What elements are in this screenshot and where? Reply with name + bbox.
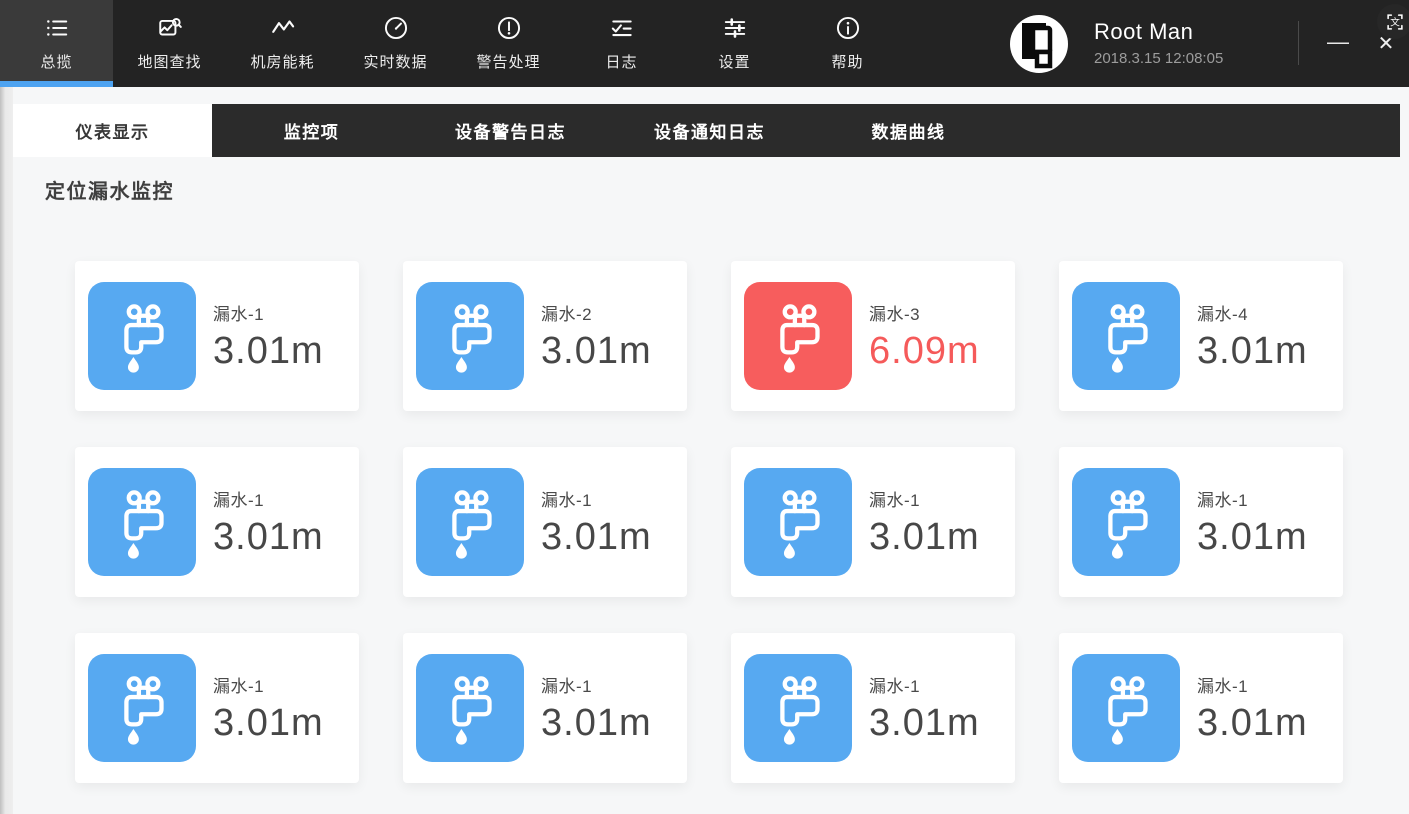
sub-tabbar: 仪表显示 监控项 设备警告日志 设备通知日志 数据曲线 [13,104,1400,157]
log-checklist-icon [609,15,635,41]
leak-card-label: 漏水-4 [1197,300,1308,325]
leak-card-value: 3.01m [1197,330,1308,373]
nav-item-label: 日志 [605,51,637,72]
leak-card-value: 6.09m [869,330,980,373]
leak-card[interactable]: 漏水-1 3.01m [1059,633,1343,783]
leak-card[interactable]: 漏水-4 3.01m [1059,261,1343,411]
user-info: Root Man 2018.3.15 12:08:05 [1094,19,1223,67]
leak-card-label: 漏水-1 [1197,672,1308,697]
leak-card[interactable]: 漏水-1 3.01m [1059,447,1343,597]
leak-card-label: 漏水-1 [869,672,980,697]
leak-card[interactable]: 漏水-1 3.01m [75,447,359,597]
faucet-icon [1072,282,1180,390]
nav-item-label: 实时数据 [363,51,427,72]
faucet-icon [744,468,852,576]
nav-item-label: 地图查找 [137,51,201,72]
leak-card-value: 3.01m [541,516,652,559]
titlebar-divider [1298,21,1299,65]
leak-card-label: 漏水-1 [213,672,324,697]
tab-device-notice-log[interactable]: 设备通知日志 [610,104,809,157]
nav-item-label: 警告处理 [476,51,540,72]
faucet-icon [88,468,196,576]
user-name: Root Man [1094,19,1223,45]
leak-card-value: 3.01m [541,702,652,745]
leak-card-label: 漏水-1 [869,486,980,511]
leak-card-label: 漏水-1 [1197,486,1308,511]
leak-card[interactable]: 漏水-1 3.01m [731,633,1015,783]
nav-item-realtime[interactable]: 实时数据 [339,0,452,87]
tabbar-filler [1008,104,1400,157]
nav-item-alerts[interactable]: 警告处理 [452,0,565,87]
faucet-icon [88,282,196,390]
waveform-icon [270,15,296,41]
leak-card[interactable]: 漏水-1 3.01m [403,447,687,597]
minimize-button[interactable]: — [1326,28,1350,56]
list-icon [44,15,70,41]
info-circle-icon [835,15,861,41]
leak-card[interactable]: 漏水-2 3.01m [403,261,687,411]
nav-item-help[interactable]: 帮助 [791,0,904,87]
nav-item-map-search[interactable]: 地图查找 [113,0,226,87]
faucet-icon [744,282,852,390]
leak-card[interactable]: 漏水-1 3.01m [75,261,359,411]
nav-item-label: 总揽 [40,51,72,72]
top-navbar: 总揽 地图查找 机房能耗 实时数据 [0,0,1409,87]
section-title: 定位漏水监控 [45,175,174,204]
leak-card-label: 漏水-1 [541,486,652,511]
nav-item-label: 机房能耗 [250,51,314,72]
leak-card-label: 漏水-2 [541,300,652,325]
leak-card-label: 漏水-1 [541,672,652,697]
faucet-icon [416,654,524,762]
avatar[interactable] [1010,15,1068,73]
gauge-icon [383,15,409,41]
nav-item-log[interactable]: 日志 [565,0,678,87]
faucet-icon [416,468,524,576]
leak-card[interactable]: 漏水-1 3.01m [75,633,359,783]
ocr-badge-glyph: 文 [1390,16,1400,28]
leak-card-value: 3.01m [869,702,980,745]
tab-data-curve[interactable]: 数据曲线 [809,104,1008,157]
leak-card-label: 漏水-3 [869,300,980,325]
leak-card-value: 3.01m [213,330,324,373]
alert-circle-icon [496,15,522,41]
leak-card-label: 漏水-1 [213,300,324,325]
window-left-edge [0,87,13,814]
tab-monitor-items[interactable]: 监控项 [212,104,411,157]
leak-card-value: 3.01m [213,516,324,559]
tab-device-warning-log[interactable]: 设备警告日志 [411,104,610,157]
faucet-icon [88,654,196,762]
leak-card-value: 3.01m [1197,516,1308,559]
map-search-icon [157,15,183,41]
faucet-icon [416,282,524,390]
leak-card-value: 3.01m [1197,702,1308,745]
leak-card-value: 3.01m [213,702,324,745]
leak-card-grid: 漏水-1 3.01m 漏水-2 3.01m 漏水-3 6.09m 漏水-4 3.… [75,261,1343,783]
leak-card-value: 3.01m [541,330,652,373]
datetime: 2018.3.15 12:08:05 [1094,50,1223,67]
nav-item-label: 帮助 [831,51,863,72]
nav-item-settings[interactable]: 设置 [678,0,791,87]
leak-card-value: 3.01m [869,516,980,559]
leak-card[interactable]: 漏水-1 3.01m [731,447,1015,597]
faucet-icon [1072,468,1180,576]
leak-card-label: 漏水-1 [213,486,324,511]
sliders-icon [722,15,748,41]
leak-card[interactable]: 漏水-1 3.01m [403,633,687,783]
faucet-icon [744,654,852,762]
nav-item-label: 设置 [718,51,750,72]
nav-item-overview[interactable]: 总揽 [0,0,113,87]
leak-card[interactable]: 漏水-3 6.09m [731,261,1015,411]
nav-item-energy[interactable]: 机房能耗 [226,0,339,87]
ocr-badge-icon[interactable]: 文 [1377,4,1409,39]
faucet-icon [1072,654,1180,762]
tab-meter-display[interactable]: 仪表显示 [13,104,212,157]
